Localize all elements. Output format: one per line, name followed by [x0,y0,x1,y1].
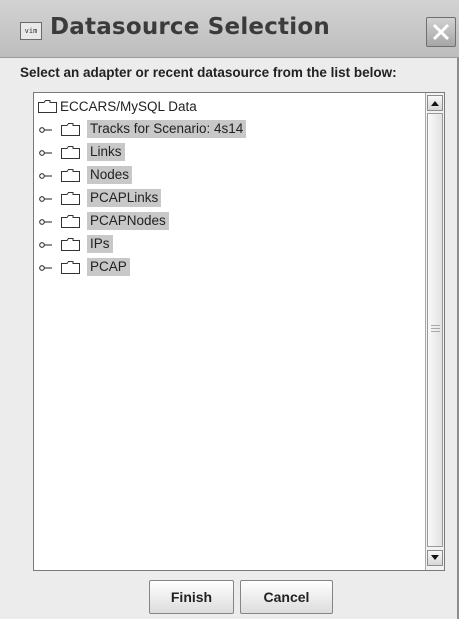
folder-icon [61,146,80,159]
folder-icon [38,100,57,113]
close-icon [432,23,450,41]
datasource-tree[interactable]: ECCARS/MySQL Data Tracks for Scenario: 4… [33,92,445,571]
scroll-up-arrow-icon [431,101,439,106]
scroll-up-button[interactable] [427,95,443,111]
folder-icon [61,123,80,136]
folder-icon [61,215,80,228]
app-window-icon: vim [20,22,42,40]
tree-item-label: Nodes [87,166,133,184]
scroll-down-arrow-icon [431,555,439,560]
title-bar[interactable]: vim Datasource Selection [0,0,459,58]
folder-icon [61,169,80,182]
tree-item-label: PCAPLinks [87,189,162,207]
collapsed-toggle-icon[interactable] [39,263,53,273]
collapsed-toggle-icon[interactable] [39,148,53,158]
dialog-title: Datasource Selection [50,14,330,40]
collapsed-toggle-icon[interactable] [39,217,53,227]
close-button[interactable] [426,17,456,47]
collapsed-toggle-icon[interactable] [39,194,53,204]
cancel-button[interactable]: Cancel [240,580,333,614]
tree-item-label: Links [87,143,125,161]
tree-item-label: PCAP [87,258,130,276]
scroll-down-button[interactable] [427,550,443,566]
collapsed-toggle-icon[interactable] [39,125,53,135]
collapsed-toggle-icon[interactable] [39,240,53,250]
collapsed-toggle-icon[interactable] [39,171,53,181]
tree-item-label: Tracks for Scenario: 4s14 [87,120,247,138]
datasource-selection-dialog: vim Datasource Selection Select an adapt… [0,0,459,619]
finish-button[interactable]: Finish [149,580,234,614]
folder-icon [61,261,80,274]
tree-root-label: ECCARS/MySQL Data [60,99,197,114]
tree-item-label: PCAPNodes [87,212,169,230]
scroll-thumb[interactable] [427,113,443,547]
tree-item-label: IPs [87,235,113,253]
instruction-text: Select an adapter or recent datasource f… [20,65,397,80]
folder-icon [61,192,80,205]
vertical-scrollbar[interactable] [425,93,444,570]
scroll-grip-icon [431,325,440,332]
folder-icon [61,238,80,251]
